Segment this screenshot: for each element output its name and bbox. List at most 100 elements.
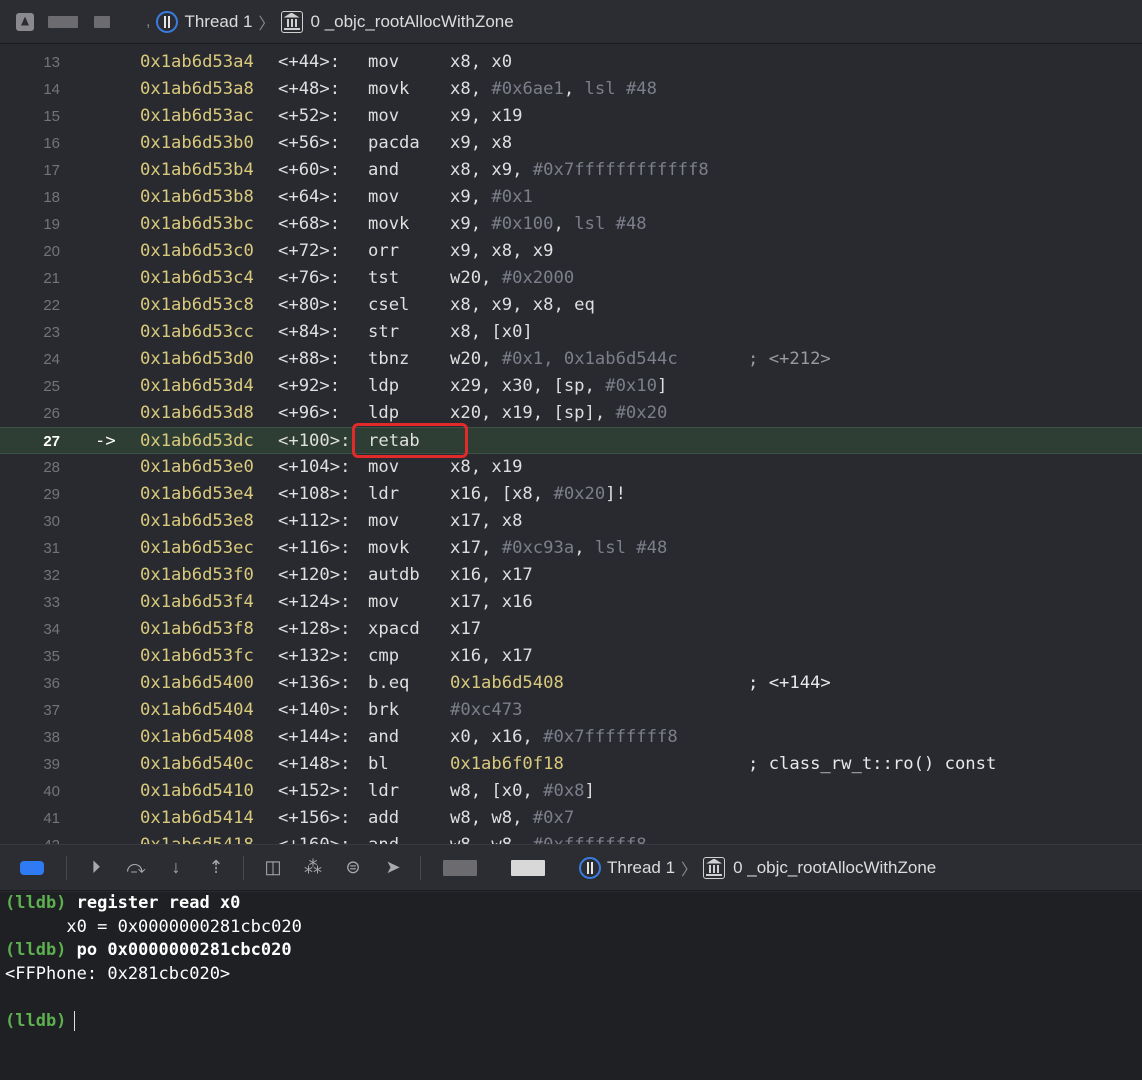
line-number: 23 [43,324,60,341]
thread-icon [579,856,601,879]
instruction-row[interactable]: 42 0x1ab6d5418 <+160>: and w8, w8, #0xffffff… [0,832,1142,844]
instruction-operands: x0, x16, #0x7ffffffff8 [450,727,678,747]
console-line: (lldb) register read x0 [5,892,1137,916]
instruction-address: 0x1ab6d53c4 [140,268,254,288]
instruction-row[interactable]: 32 0x1ab6d53f0 <+120>: autdb x16, x17 [0,562,1142,589]
app-icon[interactable] [16,12,34,31]
instruction-offset: <+108>: [278,484,351,504]
instruction-row[interactable]: 19 0x1ab6d53bc <+68>: movk x9, #0x100, lsl #… [0,211,1142,238]
instruction-row[interactable]: 18 0x1ab6d53b8 <+64>: mov x9, #0x1 [0,184,1142,211]
instruction-row[interactable]: 13 0x1ab6d53a4 <+44>: mov x8, x0 [0,49,1142,76]
instruction-offset: <+44>: [278,52,341,72]
instruction-offset: <+60>: [278,160,341,180]
lldb-console[interactable]: (lldb) register read x0 x0 = 0x000000028… [0,892,1142,1080]
instruction-mnemonic: and [368,727,400,747]
instruction-operands: x9, x19 [450,106,523,126]
instruction-offset: <+156>: [278,808,351,828]
redacted-device-name[interactable] [94,15,110,28]
step-over-icon[interactable]: ⤼ [125,857,147,879]
instruction-operands: w20, #0x2000 [450,268,575,288]
instruction-operands: w8, [x0, #0x8] [450,781,595,801]
instruction-mnemonic: ldr [368,781,400,801]
simulate-location-icon[interactable]: ➤ [382,857,404,879]
console-line: <FFPhone: 0x281cbc020> [5,963,1137,987]
instruction-offset: <+140>: [278,700,351,720]
line-number: 27 [43,433,60,450]
instruction-address: 0x1ab6d53b4 [140,160,254,180]
redacted-device-name[interactable] [511,859,545,876]
instruction-mnemonic: pacda [368,133,420,153]
line-number: 36 [43,675,60,692]
instruction-operands: x8, x0 [450,52,513,72]
instruction-row[interactable]: 29 0x1ab6d53e4 <+108>: ldr x16, [x8, #0x20]! [0,481,1142,508]
debugbar-thread-label[interactable]: Thread 1 [607,858,675,878]
instruction-address: 0x1ab6d540c [140,754,254,774]
instruction-row[interactable]: 28 0x1ab6d53e0 <+104>: mov x8, x19 [0,454,1142,481]
instruction-row[interactable]: 24 0x1ab6d53d0 <+88>: tbnz w20, #0x1, 0x1ab6… [0,346,1142,373]
instruction-row[interactable]: 15 0x1ab6d53ac <+52>: mov x9, x19 [0,103,1142,130]
instruction-operands: x17, x16 [450,592,533,612]
instruction-operands: x9, #0x1 [450,187,533,207]
instruction-row[interactable]: 40 0x1ab6d5410 <+152>: ldr w8, [x0, #0x8] [0,778,1142,805]
instruction-mnemonic: brk [368,700,400,720]
disassembly-view[interactable]: 13 0x1ab6d53a4 <+44>: mov x8, x0 14 0x1ab6d53a… [0,49,1142,844]
breadcrumb-separator: , [146,12,151,30]
instruction-address: 0x1ab6d53e8 [140,511,254,531]
jumpbar-frame-label[interactable]: 0 _objc_rootAllocWithZone [311,12,514,32]
instruction-row[interactable]: 41 0x1ab6d5414 <+156>: add w8, w8, #0x7 [0,805,1142,832]
instruction-mnemonic: mov [368,187,400,207]
instruction-row[interactable]: 31 0x1ab6d53ec <+116>: movk x17, #0xc93a, ls… [0,535,1142,562]
instruction-row[interactable]: 20 0x1ab6d53c0 <+72>: orr x9, x8, x9 [0,238,1142,265]
view-hierarchy-icon[interactable]: ◫ [262,857,284,879]
instruction-address: 0x1ab6d5414 [140,808,254,828]
instruction-offset: <+104>: [278,457,351,477]
instruction-address: 0x1ab6d53f8 [140,619,254,639]
instruction-row[interactable]: 37 0x1ab6d5404 <+140>: brk #0xc473 [0,697,1142,724]
debug-bar: ⏵ ⤼ ↓ ⇡ ◫ ⁂ ⊜ ➤ Thread 1 〉 0 _objc_rootA… [0,844,1142,891]
instruction-mnemonic: xpacd [368,619,420,639]
current-instruction-row[interactable]: 27 -> 0x1ab6d53dc <+100>: retab [0,427,1142,454]
instruction-address: 0x1ab6d53b8 [140,187,254,207]
instruction-row[interactable]: 22 0x1ab6d53c8 <+80>: csel x8, x9, x8, eq [0,292,1142,319]
instruction-row[interactable]: 35 0x1ab6d53fc <+132>: cmp x16, x17 [0,643,1142,670]
instruction-row[interactable]: 39 0x1ab6d540c <+148>: bl 0x1ab6f0f18 ; class… [0,751,1142,778]
memory-graph-icon[interactable]: ⁂ [302,857,324,879]
redacted-project-name[interactable] [443,859,477,876]
breakpoints-toggle-icon[interactable] [20,860,44,875]
instruction-mnemonic: movk [368,214,410,234]
instruction-mnemonic: orr [368,241,400,261]
instruction-row[interactable]: 21 0x1ab6d53c4 <+76>: tst w20, #0x2000 [0,265,1142,292]
instruction-mnemonic: and [368,160,400,180]
instruction-row[interactable]: 14 0x1ab6d53a8 <+48>: movk x8, #0x6ae1, lsl … [0,76,1142,103]
continue-icon[interactable]: ⏵ [85,857,107,879]
instruction-offset: <+120>: [278,565,351,585]
instruction-address: 0x1ab6d53cc [140,322,254,342]
instruction-offset: <+132>: [278,646,351,666]
instruction-row[interactable]: 17 0x1ab6d53b4 <+60>: and x8, x9, #0x7ffffff… [0,157,1142,184]
instruction-row[interactable]: 30 0x1ab6d53e8 <+112>: mov x17, x8 [0,508,1142,535]
debugbar-frame-label[interactable]: 0 _objc_rootAllocWithZone [733,858,936,878]
instruction-offset: <+152>: [278,781,351,801]
line-number: 13 [43,54,60,71]
step-into-icon[interactable]: ↓ [165,857,187,879]
instruction-operands: 0x1ab6f0f18 [450,754,564,774]
instruction-row[interactable]: 16 0x1ab6d53b0 <+56>: pacda x9, x8 [0,130,1142,157]
instruction-row[interactable]: 33 0x1ab6d53f4 <+124>: mov x17, x16 [0,589,1142,616]
environment-overrides-icon[interactable]: ⊜ [342,857,364,879]
step-out-icon[interactable]: ⇡ [205,857,227,879]
instruction-address: 0x1ab6d53f0 [140,565,254,585]
instruction-row[interactable]: 38 0x1ab6d5408 <+144>: and x0, x16, #0x7ffff… [0,724,1142,751]
instruction-address: 0x1ab6d53d4 [140,376,254,396]
instruction-row[interactable]: 26 0x1ab6d53d8 <+96>: ldp x20, x19, [sp], #0… [0,400,1142,427]
instruction-offset: <+76>: [278,268,341,288]
instruction-row[interactable]: 34 0x1ab6d53f8 <+128>: xpacd x17 [0,616,1142,643]
instruction-row[interactable]: 25 0x1ab6d53d4 <+92>: ldp x29, x30, [sp, #0x… [0,373,1142,400]
instruction-row[interactable]: 23 0x1ab6d53cc <+84>: str x8, [x0] [0,319,1142,346]
instruction-comment: ; <+212> [748,349,831,369]
redacted-project-name[interactable] [48,15,78,28]
line-number: 21 [43,270,60,287]
instruction-row[interactable]: 36 0x1ab6d5400 <+136>: b.eq 0x1ab6d5408 ; <+1… [0,670,1142,697]
jumpbar-thread-label[interactable]: Thread 1 [184,12,252,32]
retab-highlight-box [352,423,468,458]
instruction-operands: x8, x9, x8, eq [450,295,595,315]
